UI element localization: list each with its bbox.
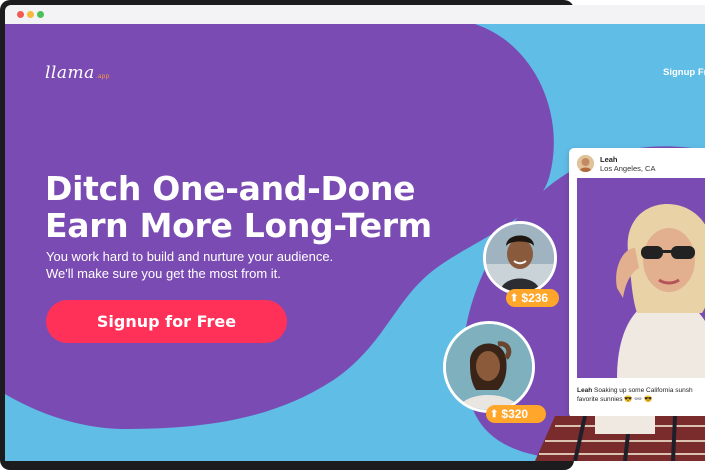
post-location: Los Angeles, CA: [600, 164, 656, 173]
up-arrow-icon: ⬆: [490, 408, 499, 420]
caption-username: Leah: [577, 387, 593, 394]
hero-subtext: You work hard to build and nurture your …: [46, 248, 386, 282]
creator-avatar: [483, 221, 557, 295]
man-portrait-icon: [486, 224, 554, 292]
subtext-line-1: You work hard to build and nurture your …: [46, 249, 334, 264]
caption-text: Soaking up some California sunsh: [593, 387, 693, 394]
maximize-window-dot[interactable]: [37, 11, 44, 18]
hero-headline: Ditch One-and-Done Earn More Long-Term: [45, 170, 475, 244]
logo-text: llama: [45, 63, 95, 83]
plaid-outfit-graphic: [535, 416, 705, 461]
caption-text-2: favorite sunnies 😎 👓 😎: [577, 396, 653, 403]
post-caption: Leah Soaking up some California sunsh fa…: [577, 386, 705, 404]
earning-amount: $320: [501, 407, 529, 421]
author-portrait-icon: [577, 155, 594, 172]
woman-with-sunglasses-photo: [577, 178, 705, 378]
earning-amount: $236: [521, 291, 549, 305]
close-window-dot[interactable]: [17, 11, 24, 18]
llama-logo[interactable]: llama.app: [45, 63, 109, 83]
logo-tld: .app: [95, 74, 110, 80]
browser-title-bar: [5, 5, 705, 24]
woman-portrait-icon: [446, 324, 532, 410]
signup-for-free-button[interactable]: Signup for Free: [46, 300, 287, 343]
page-viewport: llama.app Signup Free Ditch One-and-Done…: [5, 24, 705, 461]
minimize-window-dot[interactable]: [27, 11, 34, 18]
subtext-line-2: We'll make sure you get the most from it…: [46, 266, 281, 281]
post-author-name: Leah: [600, 155, 618, 164]
social-post-card[interactable]: Leah Los Angeles, CA Leah Soaking up som…: [569, 148, 705, 418]
earning-badge: ⬆ $236: [506, 289, 559, 307]
headline-line-1: Ditch One-and-Done: [45, 169, 416, 208]
creator-photo-lower: [535, 416, 705, 461]
up-arrow-icon: ⬆: [510, 292, 519, 304]
nav-signup-link[interactable]: Signup Free: [663, 67, 705, 78]
post-photo: [577, 178, 705, 378]
headline-line-2: Earn More Long-Term: [45, 206, 432, 245]
post-author-avatar: [577, 155, 594, 172]
creator-avatar: [443, 321, 535, 413]
